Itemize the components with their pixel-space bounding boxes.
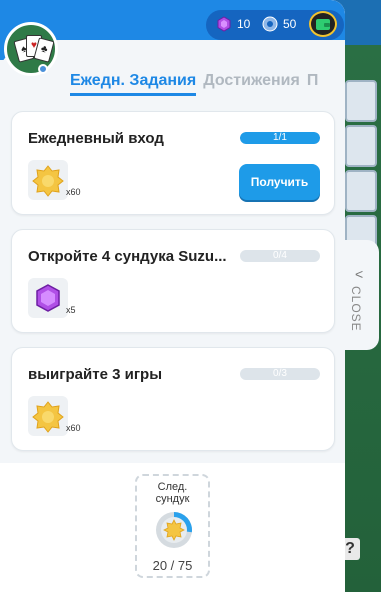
quest-card: Откройте 4 сундука Suzu... 0/4 x5 — [11, 229, 335, 333]
next-chest-label: След. сундук — [155, 481, 190, 505]
avatar-badge — [38, 64, 48, 74]
sun-coin-icon — [163, 519, 185, 541]
reward-count: x5 — [66, 305, 76, 315]
close-label: CLOSE — [349, 286, 363, 332]
token-count: 50 — [283, 17, 297, 31]
claim-button[interactable]: Получить — [239, 164, 320, 200]
reward-tile: x5 — [28, 278, 76, 318]
purple-gem-icon — [36, 284, 60, 312]
tab-bar: Ежедн. Задания Достижения П — [70, 72, 318, 96]
reward-tile: x60 — [28, 160, 81, 200]
tab-achievements[interactable]: Достижения — [203, 72, 300, 96]
close-tab[interactable]: < CLOSE — [343, 240, 379, 350]
daily-quests-panel: ♠ ♥ ♣ 10 50 Ежедн. Задания Достижения П … — [0, 0, 345, 592]
sun-coin-icon — [32, 401, 64, 433]
quest-card: Ежедневный вход 1/1 x60 Получить — [11, 111, 335, 215]
sun-coin-icon — [32, 165, 64, 197]
game-card — [345, 125, 377, 167]
wallet-icon — [316, 19, 330, 30]
chevron-left-icon: < — [355, 266, 364, 282]
progress-text: 0/4 — [273, 250, 287, 261]
token-balance: 50 — [262, 16, 296, 32]
next-chest-count: 20 / 75 — [152, 558, 193, 573]
gem-balance: 10 — [216, 16, 250, 32]
quest-progress: 1/1 — [240, 132, 320, 144]
wallet-button[interactable] — [309, 11, 337, 37]
chest-progress-ring — [156, 512, 193, 548]
quest-progress: 0/3 — [240, 368, 320, 380]
purple-gem-icon — [217, 16, 231, 32]
reward-count: x60 — [66, 187, 81, 197]
quest-progress: 0/4 — [240, 250, 320, 262]
game-card — [345, 170, 377, 212]
avatar[interactable]: ♠ ♥ ♣ — [4, 22, 58, 76]
next-chest[interactable]: След. сундук 20 / 75 — [135, 474, 210, 578]
progress-text: 0/3 — [273, 368, 287, 379]
game-card — [345, 80, 377, 122]
reward-count: x60 — [66, 423, 81, 433]
quest-card: выиграйте 3 игры 0/3 x60 — [11, 347, 335, 451]
tab-more[interactable]: П — [307, 72, 319, 96]
reward-tile: x60 — [28, 396, 81, 436]
progress-text: 1/1 — [273, 132, 287, 143]
quest-title: Откройте 4 сундука Suzu... — [28, 248, 227, 265]
quest-title: Ежедневный вход — [28, 130, 164, 147]
tab-daily-quests[interactable]: Ежедн. Задания — [70, 72, 197, 96]
gem-count: 10 — [237, 17, 251, 31]
token-icon — [262, 16, 278, 32]
quest-title: выиграйте 3 игры — [28, 366, 163, 383]
